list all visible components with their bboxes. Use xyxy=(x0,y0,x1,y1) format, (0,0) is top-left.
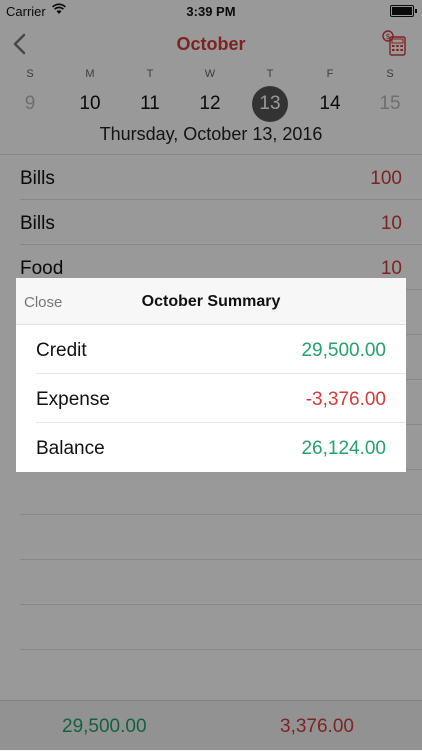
summary-modal: Close October Summary Credit 29,500.00 E… xyxy=(16,278,406,472)
summary-value: -3,376.00 xyxy=(305,389,386,410)
summary-title: October Summary xyxy=(141,293,281,310)
summary-modal-header: Close October Summary xyxy=(16,278,406,325)
summary-value: 26,124.00 xyxy=(301,438,386,459)
summary-label: Balance xyxy=(36,438,105,459)
summary-value: 29,500.00 xyxy=(301,340,386,361)
summary-row-credit: Credit 29,500.00 xyxy=(36,325,406,374)
summary-row-expense: Expense -3,376.00 xyxy=(36,374,406,423)
summary-row-balance: Balance 26,124.00 xyxy=(36,423,406,471)
summary-label: Expense xyxy=(36,389,110,410)
summary-label: Credit xyxy=(36,340,87,361)
